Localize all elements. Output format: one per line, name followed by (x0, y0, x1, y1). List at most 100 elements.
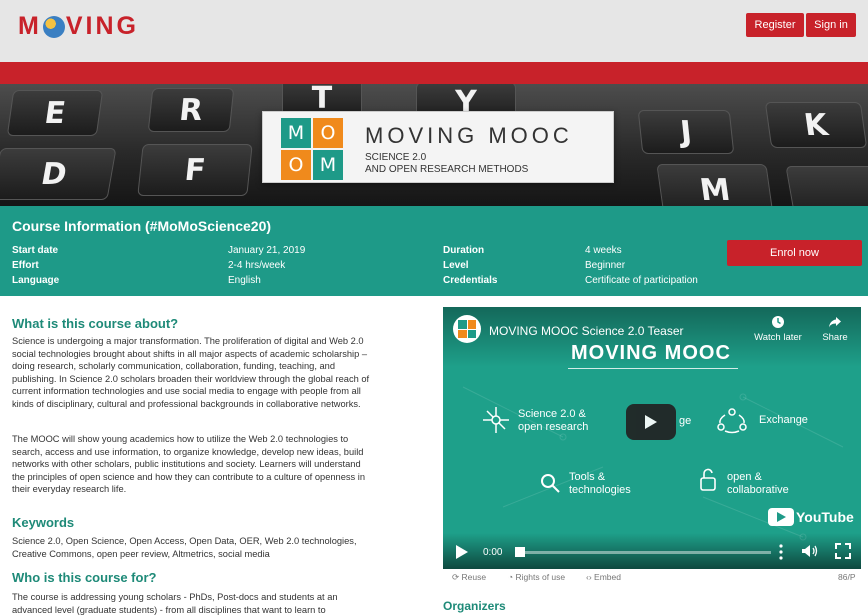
text-line: kinds of disciplinary, cultural and prof… (12, 398, 361, 409)
audience-heading: Who is this course for? (12, 570, 157, 585)
about-paragraph-2: The MOOC will show young academics how t… (12, 433, 432, 496)
text-line: publishing. In Science 2.0 scholars broa… (12, 373, 370, 384)
logo-tile: M (313, 150, 343, 180)
text-line: search, access and use information, to o… (12, 446, 364, 457)
text-line: doing research, scholarly communication,… (12, 361, 335, 372)
channel-avatar[interactable] (453, 315, 481, 343)
keyboard-key (785, 166, 868, 206)
open-lock-icon (700, 468, 716, 491)
headline-underline (568, 368, 738, 369)
site-logo[interactable]: M VING (18, 12, 139, 41)
keyboard-key: J (637, 110, 735, 154)
share-button[interactable]: Share (815, 315, 855, 343)
about-paragraph-1: Science is undergoing a major transforma… (12, 335, 432, 411)
keywords-list: Science 2.0, Open Science, Open Access, … (12, 535, 432, 560)
video-item-open: open & collaborative (727, 471, 789, 497)
register-button[interactable]: Register (746, 13, 804, 37)
reuse-label: Reuse (461, 572, 487, 582)
embed-icon: ‹› (586, 572, 592, 582)
embed-link[interactable]: ‹› Embed (586, 572, 621, 582)
text-line: the principles of open science and how t… (12, 471, 365, 482)
youtube-logo[interactable]: YouTube (768, 508, 854, 526)
keyboard-key: K (764, 102, 868, 148)
text-line: open & (727, 471, 762, 483)
progress-bar[interactable] (521, 551, 771, 554)
course-banner: E R T Y J K D F M M O O M MOVING MOOC SC… (0, 84, 868, 206)
youtube-play-icon (768, 508, 794, 526)
effort-label: Effort (12, 260, 39, 271)
play-icon (645, 415, 657, 429)
time-display: 0:00 (483, 547, 503, 558)
reuse-link[interactable]: ⟳ Reuse (452, 572, 486, 583)
text-line: open research (518, 421, 589, 433)
text-line: networks with other scholars, public ins… (12, 459, 361, 470)
text-line: The course is addressing young scholars … (12, 592, 338, 602)
rights-of-use-link[interactable]: ◔ Rights of use (508, 572, 565, 582)
enrol-now-button[interactable]: Enrol now (727, 240, 862, 266)
banner-subtitle-line: SCIENCE 2.0 (365, 152, 427, 163)
site-header: M VING Register Sign in (0, 0, 868, 62)
duration-label: Duration (443, 245, 485, 256)
credentials-label: Credentials (443, 275, 498, 286)
language-label: Language (12, 275, 60, 286)
video-item-tools: Tools & technologies (569, 471, 631, 497)
organizers-heading: Organizers (443, 599, 506, 613)
text-line: Science 2.0, Open Science, Open Access, … (12, 536, 357, 546)
play-button[interactable] (626, 404, 676, 440)
header-red-bar (0, 62, 868, 84)
banner-title: MOVING MOOC (365, 123, 573, 148)
video-controls: 0:00 (443, 533, 861, 569)
keyboard-key: E (6, 90, 104, 136)
reuse-icon: ⟳ (452, 572, 460, 582)
text-line: Creative Commons, open peer review, Altm… (12, 548, 270, 559)
logo-tile: O (313, 118, 343, 148)
text-line: The MOOC will show young academics how t… (12, 434, 349, 444)
mooc-title-card: M O O M MOVING MOOC SCIENCE 2.0 AND OPEN… (262, 111, 614, 183)
signin-button[interactable]: Sign in (806, 13, 856, 37)
video-item-exchange: Exchange (759, 414, 808, 426)
youtube-label: YouTube (796, 509, 854, 525)
effort-value: 2-4 hrs/week (228, 260, 286, 271)
rights-icon: ◔ (508, 572, 514, 582)
start-date-label: Start date (12, 245, 59, 256)
logo-tile: M (281, 118, 311, 148)
license-badge: 86/P (838, 572, 856, 582)
text-line: current information technologies and use… (12, 386, 361, 397)
about-heading: What is this course about? (12, 316, 179, 331)
keyboard-key: D (0, 148, 117, 200)
watch-later-button[interactable]: Watch later (751, 315, 805, 343)
network-node-icon (483, 407, 509, 433)
text-line: social technologies brought about shifts… (12, 348, 368, 359)
text-line: technologies (569, 484, 631, 496)
text-line: advanced level (graduate students) - fro… (12, 604, 326, 615)
video-title[interactable]: MOVING MOOC Science 2.0 Teaser (489, 324, 684, 338)
video-item-partial: ge (679, 415, 692, 427)
play-icon[interactable] (455, 545, 469, 559)
text-line: collaborative (727, 484, 789, 496)
banner-subtitle-line: AND OPEN RESEARCH METHODS (365, 164, 529, 175)
rights-label: Rights of use (515, 572, 566, 582)
watch-later-label: Watch later (754, 332, 802, 343)
text-line: Tools & (569, 471, 606, 483)
banner-subtitle: SCIENCE 2.0 AND OPEN RESEARCH METHODS (365, 152, 528, 176)
level-label: Level (443, 260, 469, 271)
fullscreen-icon[interactable] (835, 543, 851, 559)
progress-handle[interactable] (515, 547, 525, 557)
start-date-value: January 21, 2019 (228, 245, 306, 256)
credentials-value: Certificate of participation (585, 275, 698, 286)
clock-icon (772, 316, 784, 328)
volume-icon[interactable] (801, 544, 819, 558)
globe-icon (42, 15, 65, 38)
course-info-title: Course Information (#MoMoScience20) (12, 218, 272, 234)
search-icon (541, 474, 560, 493)
video-player[interactable]: MOVING MOOC Science 2.0 Teaser Watch lat… (443, 307, 861, 569)
share-icon (829, 317, 841, 328)
embed-label: Embed (594, 572, 621, 582)
language-value: English (228, 275, 261, 286)
keyboard-key: F (137, 144, 253, 196)
text-line: Science 2.0 & (518, 408, 586, 420)
audience-paragraph: The course is addressing young scholars … (12, 591, 432, 615)
text-line: Science is undergoing a major transforma… (12, 336, 364, 346)
exchange-icon (717, 408, 747, 434)
more-icon[interactable] (779, 544, 783, 560)
